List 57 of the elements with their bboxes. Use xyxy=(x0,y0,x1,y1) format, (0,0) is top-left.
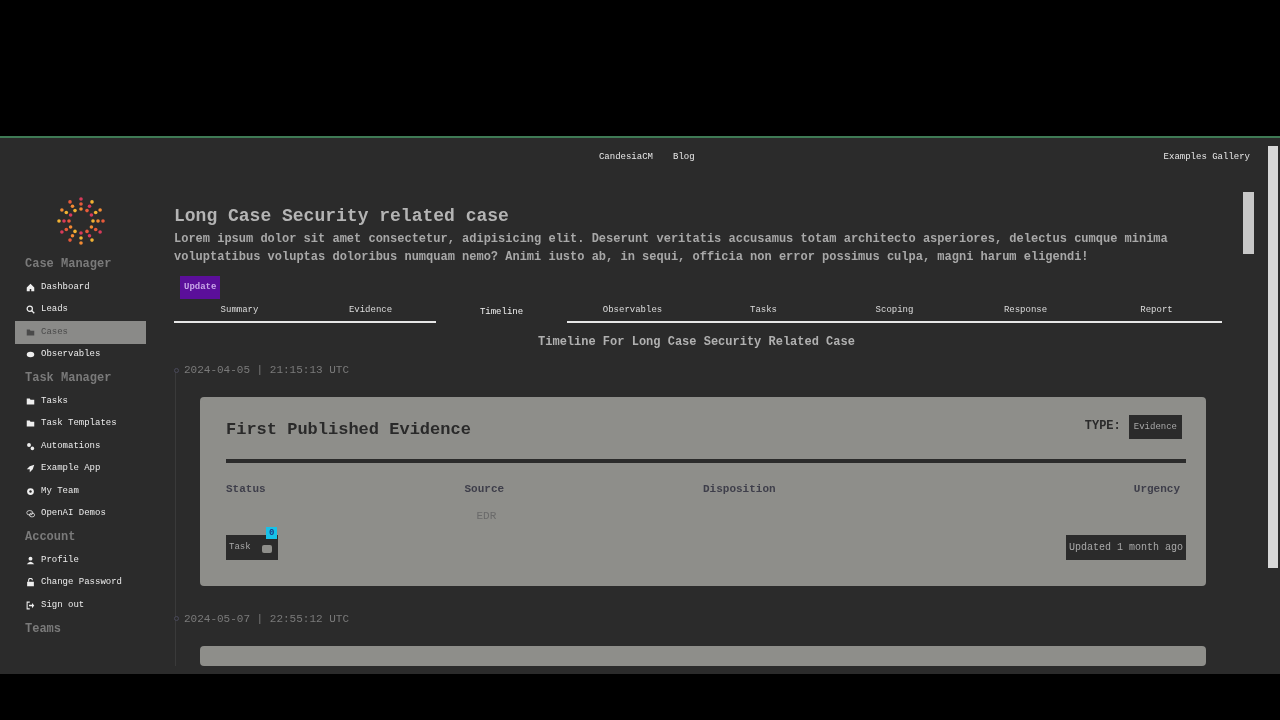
tab[interactable]: Summary xyxy=(174,301,305,323)
sidebar-item[interactable]: Sign out xyxy=(15,594,146,617)
sidebar-item[interactable]: Dashboard xyxy=(15,276,146,299)
tab[interactable]: Timeline xyxy=(436,301,567,323)
update-button[interactable]: Update xyxy=(180,276,221,299)
section-heading: Account xyxy=(25,529,77,546)
column-label: Status xyxy=(226,481,266,497)
tab[interactable]: Report xyxy=(1091,301,1222,323)
chat-icon xyxy=(26,509,35,519)
tab[interactable]: Scoping xyxy=(829,301,960,323)
sidebar-item[interactable]: Automations xyxy=(15,435,146,458)
tab[interactable]: Observables xyxy=(567,301,698,323)
sidebar-item[interactable]: Tasks xyxy=(15,390,146,413)
tab[interactable]: Evidence xyxy=(305,301,436,323)
settings-icon xyxy=(26,486,35,496)
sidebar-item[interactable]: Task Templates xyxy=(15,412,146,435)
rocket-icon xyxy=(26,464,35,474)
section-heading: Task Manager xyxy=(25,370,113,387)
folder-icon xyxy=(26,396,35,406)
scrollbar[interactable] xyxy=(1243,192,1254,254)
user-icon xyxy=(26,555,35,565)
type-badge: Evidence xyxy=(1128,415,1182,439)
section-heading: Case Manager xyxy=(25,256,113,273)
case-description: Lorem ipsum dolor sit amet consectetur, adipisicing elit. Deserunt veritatis accusamus totam architecto asperiores, delectus cumque minima voluptatibus voluptas doloribus numquam nemo? Animi iusto ab, in sequi, officia non error possimus culpa, magni harum eligendi! xyxy=(174,231,1169,266)
page-title: Long Case Security related case xyxy=(174,205,510,228)
search-icon xyxy=(26,305,35,315)
timestamp: 2024-05-07 | 22:55:12 UTC xyxy=(184,611,350,627)
type-label: TYPE: xyxy=(1084,418,1121,435)
tab[interactable]: Response xyxy=(960,301,1091,323)
lock-icon xyxy=(26,578,35,588)
sidebar-item[interactable]: My Team xyxy=(15,480,146,503)
sidebar-item[interactable]: Change Password xyxy=(15,571,146,594)
card-title: First Published Evidence xyxy=(226,419,471,441)
sign-out-icon xyxy=(26,600,35,610)
column-label: Source xyxy=(464,481,505,497)
ellipse-icon xyxy=(26,350,35,360)
column-label: Urgency xyxy=(1133,481,1180,497)
section-heading: Teams xyxy=(25,620,62,638)
count-badge: 0 xyxy=(266,526,278,539)
tab[interactable]: Tasks xyxy=(698,301,829,323)
nav-link[interactable]: Blog xyxy=(673,151,695,165)
nav-link[interactable]: CandesiaCM xyxy=(598,151,653,165)
timeline-heading: Timeline For Long Case Security Related Case xyxy=(538,334,855,351)
folder-icon xyxy=(26,327,35,337)
nav-link[interactable]: Examples Gallery xyxy=(1163,151,1250,165)
sidebar-item[interactable]: Leads xyxy=(15,298,146,321)
sidebar-item[interactable]: Example App xyxy=(15,457,146,480)
timestamp: 2024-04-05 | 21:15:13 UTC xyxy=(184,362,350,378)
scrollbar[interactable] xyxy=(1268,146,1278,568)
folder-icon xyxy=(26,419,35,429)
sidebar-item[interactable]: OpenAI Demos xyxy=(15,502,146,525)
task-button[interactable]: Task xyxy=(226,534,278,560)
updated-badge: Updated 1 month ago xyxy=(1065,534,1186,560)
home-icon xyxy=(26,282,35,292)
sidebar-item[interactable]: Profile xyxy=(15,549,146,572)
column-label: Disposition xyxy=(703,481,776,497)
sidebar-item[interactable]: Observables xyxy=(15,343,146,366)
